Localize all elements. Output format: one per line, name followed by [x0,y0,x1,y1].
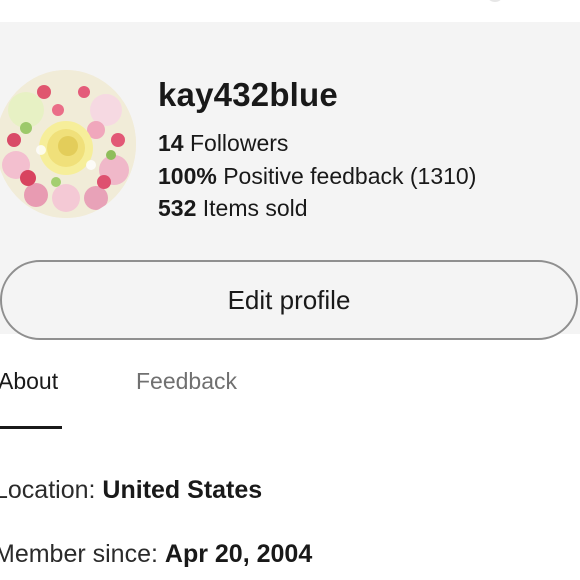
tab-about[interactable]: About [0,368,58,395]
items-sold-stat: 532 Items sold [158,195,308,222]
tab-feedback[interactable]: Feedback [136,368,237,395]
edit-profile-button[interactable]: Edit profile [0,260,578,340]
items-sold-label: Items sold [202,195,308,221]
feedback-label: Positive feedback (1310) [223,163,477,189]
member-since-label: Member since: [0,540,158,568]
flower-bouquet-image [0,70,136,218]
top-strip [0,0,580,22]
feedback-percent: 100% [158,163,217,189]
followers-label: Followers [189,130,289,156]
avatar[interactable] [0,70,136,218]
top-indicator [488,0,502,2]
member-since-row: Member since: Apr 20, 2004 [0,540,312,569]
followers-stat[interactable]: 14 Followers [158,130,288,157]
items-sold-count: 532 [158,195,197,221]
location-value: United States [102,476,263,504]
location-row: Location: United States [0,476,262,505]
profile-header: kay432blue 14 Followers 100% Positive fe… [0,22,580,340]
member-since-value: Apr 20, 2004 [164,540,313,568]
active-tab-indicator [0,426,62,429]
username: kay432blue [158,76,338,113]
feedback-stat[interactable]: 100% Positive feedback (1310) [158,163,476,190]
followers-count: 14 [158,130,184,156]
location-label: Location: [0,476,96,504]
